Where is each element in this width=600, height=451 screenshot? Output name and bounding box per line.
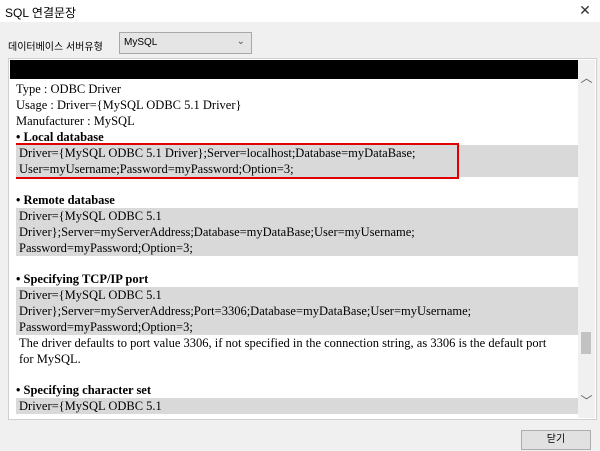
note-line: for MySQL. (19, 352, 81, 366)
type-line: Type : ODBC Driver (16, 82, 122, 96)
section-note: The driver defaults to port value 3306, … (16, 335, 584, 367)
code-line: Driver};Server=myServerAddress;Database=… (19, 225, 415, 239)
code-line: Driver={MySQL ODBC 5.1 (19, 209, 162, 223)
code-block: Driver={MySQL ODBC 5.1 Driver};Server=my… (16, 208, 584, 256)
scroll-down-icon[interactable]: ﹀ (578, 393, 595, 410)
section-heading: • Remote database (16, 193, 115, 207)
window-title: SQL 연결문장 (5, 6, 77, 20)
code-block: Driver={MySQL ODBC 5.1 Driver};Server=lo… (16, 145, 584, 177)
vertical-scrollbar[interactable]: ︿ ﹀ (578, 60, 595, 418)
code-block: Driver={MySQL ODBC 5.1 (16, 398, 584, 414)
document-content: Type : ODBC Driver Usage : Driver={MySQL… (16, 81, 584, 417)
scrollbar-thumb[interactable] (581, 332, 591, 354)
code-line: Password=myPassword;Option=3; (19, 320, 193, 334)
section-remote-database: • Remote database Driver={MySQL ODBC 5.1… (16, 192, 584, 256)
usage-line: Usage : Driver={MySQL ODBC 5.1 Driver} (16, 98, 242, 112)
server-type-value: MySQL (124, 37, 158, 48)
section-tcp-ip-port: • Specifying TCP/IP port Driver={MySQL O… (16, 271, 584, 367)
close-button[interactable]: 닫기 (521, 430, 591, 450)
footer-bar: 닫기 (0, 422, 600, 451)
code-line: Password=myPassword;Option=3; (19, 241, 193, 255)
scroll-up-icon[interactable]: ︿ (578, 70, 595, 87)
section-heading: • Local database (16, 130, 104, 144)
section-heading: • Specifying TCP/IP port (16, 272, 149, 286)
section-local-database: • Local database Driver={MySQL ODBC 5.1 … (16, 129, 584, 179)
code-block: Driver={MySQL ODBC 5.1 Driver};Server=my… (16, 287, 584, 335)
code-line: Driver={MySQL ODBC 5.1 (19, 399, 162, 413)
document-header-bar (10, 60, 579, 79)
code-line: User=myUsername;Password=myPassword;Opti… (19, 162, 294, 176)
title-bar: SQL 연결문장 ✕ (0, 0, 600, 22)
note-line: The driver defaults to port value 3306, … (19, 336, 547, 350)
code-line: Driver={MySQL ODBC 5.1 Driver};Server=lo… (19, 146, 416, 160)
chevron-down-icon: ⌄ (236, 36, 245, 47)
section-heading: • Specifying character set (16, 383, 152, 397)
document-info: Type : ODBC Driver Usage : Driver={MySQL… (16, 81, 584, 129)
code-line: Driver={MySQL ODBC 5.1 (19, 288, 162, 302)
section-character-set: • Specifying character set Driver={MySQL… (16, 382, 584, 414)
code-line: Driver};Server=myServerAddress;Port=3306… (19, 304, 472, 318)
highlighted-connection-string: Driver={MySQL ODBC 5.1 Driver};Server=lo… (16, 143, 584, 179)
close-icon[interactable]: ✕ (570, 0, 600, 22)
connection-string-document[interactable]: Type : ODBC Driver Usage : Driver={MySQL… (8, 58, 597, 420)
server-type-row: 데이터베이스 서버유형 MySQL ⌄ (0, 22, 600, 60)
server-type-select[interactable]: MySQL ⌄ (119, 32, 252, 54)
server-type-label: 데이터베이스 서버유형 (8, 42, 103, 53)
manufacturer-line: Manufacturer : MySQL (16, 114, 135, 128)
